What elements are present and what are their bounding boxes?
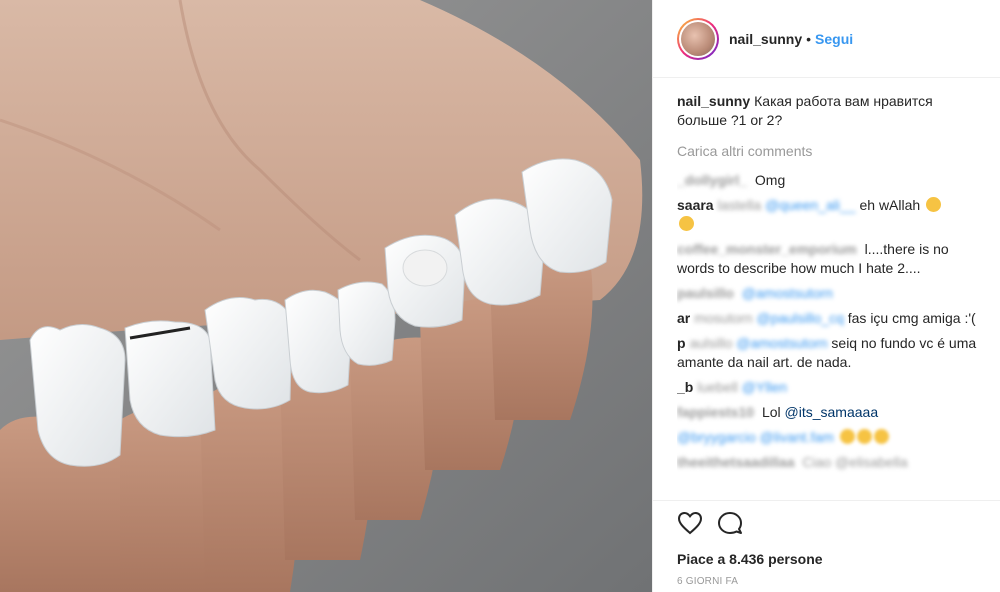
comment-mention[interactable]: @paulsillo_cq xyxy=(756,310,843,326)
comment-bubble-svg xyxy=(718,511,742,534)
comment-text: Omg xyxy=(754,172,786,188)
comment-username[interactable]: theeithetsaadillaa xyxy=(677,454,795,470)
emoji-icon xyxy=(873,429,889,444)
comment-item: paulsillo @amostsutorn xyxy=(677,284,986,303)
crying-laughing-emoji-icon xyxy=(926,197,942,212)
comment-item: @bryygarcio @livant.fam xyxy=(677,428,986,447)
comment-username-blurred: mosutorn xyxy=(694,310,753,326)
post-sidebar: nail_sunny • Segui nail_sunny Какая работ… xyxy=(652,0,1000,592)
comment-item: theeithetsaadillaa Ciao @elisabella xyxy=(677,453,986,472)
comment-username-blurred: lastella xyxy=(717,197,762,213)
crying-laughing-emoji-icon xyxy=(679,216,694,231)
comment-mention[interactable]: @amostsutorn xyxy=(736,335,827,351)
follow-button[interactable]: Segui xyxy=(815,31,853,47)
like-heart-svg xyxy=(677,511,703,534)
comment-mention[interactable]: @amostsutorn xyxy=(742,285,833,301)
comment-username[interactable]: ar xyxy=(677,310,690,326)
comment-item: _dollygirl_ Omg xyxy=(677,171,986,190)
avatar-ring xyxy=(679,19,717,58)
comment-text: eh wAllah xyxy=(859,197,921,213)
comment-text: Lol xyxy=(761,404,781,420)
comment-username[interactable]: paulsillo xyxy=(677,285,734,301)
likes-count[interactable]: Piace a 8.436 persone xyxy=(677,551,1000,567)
comment-item: saara lastella @queen_ali__ eh wAllah xyxy=(677,196,986,234)
header-separator: • xyxy=(806,30,812,47)
comment-mention[interactable]: @queen_ali__ xyxy=(765,197,856,213)
comment-username[interactable]: _b xyxy=(677,379,693,395)
comment-text: Ciao @elisabella xyxy=(802,454,908,470)
comment-username[interactable]: p xyxy=(677,335,686,351)
caption-username[interactable]: nail_sunny xyxy=(677,93,750,109)
instagram-post: nail_sunny • Segui nail_sunny Какая работ… xyxy=(0,0,1000,592)
comment-text: fas içu cmg amiga :'( xyxy=(847,310,976,326)
comment-mention[interactable]: @its_samaaaa xyxy=(785,404,879,420)
post-caption: nail_sunny Какая работа вам нравится боль… xyxy=(677,92,986,130)
comment-username-blurred: luebell xyxy=(697,379,738,395)
action-icons xyxy=(677,511,1000,539)
emoji-icon xyxy=(839,429,855,444)
comment-username[interactable]: coffee_monster_emporium xyxy=(677,241,857,257)
post-actions: Piace a 8.436 persone 6 GIORNI FA xyxy=(653,500,1000,592)
avatar[interactable] xyxy=(677,17,719,60)
nail-art-photo xyxy=(0,0,652,592)
comment-username-blurred: aulsillo xyxy=(689,335,733,351)
avatar-image xyxy=(681,21,715,56)
comment-mention[interactable]: @Yllen xyxy=(742,379,787,395)
load-more-comments-button[interactable]: Carica altri comments xyxy=(677,142,986,161)
comment-username[interactable]: fappiests10 xyxy=(677,404,754,420)
comment-bubble-icon[interactable] xyxy=(717,511,743,540)
post-header: nail_sunny • Segui xyxy=(653,0,1000,78)
post-timestamp: 6 GIORNI FA xyxy=(677,576,739,587)
comment-username[interactable]: _dollygirl_ xyxy=(677,172,747,188)
comment-item: p aulsillo @amostsutorn seiq no fundo vc … xyxy=(677,334,986,372)
post-photo[interactable] xyxy=(0,0,652,592)
header-username[interactable]: nail_sunny xyxy=(729,31,802,47)
comment-item: ar mosutorn @paulsillo_cq fas içu cmg ami… xyxy=(677,309,986,328)
comment-item: _b luebell @Yllen xyxy=(677,378,986,397)
heart-outline-icon[interactable] xyxy=(677,511,703,540)
emoji-icon xyxy=(856,429,872,444)
comment-username[interactable]: saara xyxy=(677,197,714,213)
comment-item: fappiests10 Lol @its_samaaaa xyxy=(677,403,986,422)
comments-section: nail_sunny Какая работа вам нравится боль… xyxy=(677,92,986,480)
comment-mention[interactable]: @bryygarcio @livant.fam xyxy=(677,429,834,445)
comment-item: coffee_monster_emporium l....there is no… xyxy=(677,240,986,278)
